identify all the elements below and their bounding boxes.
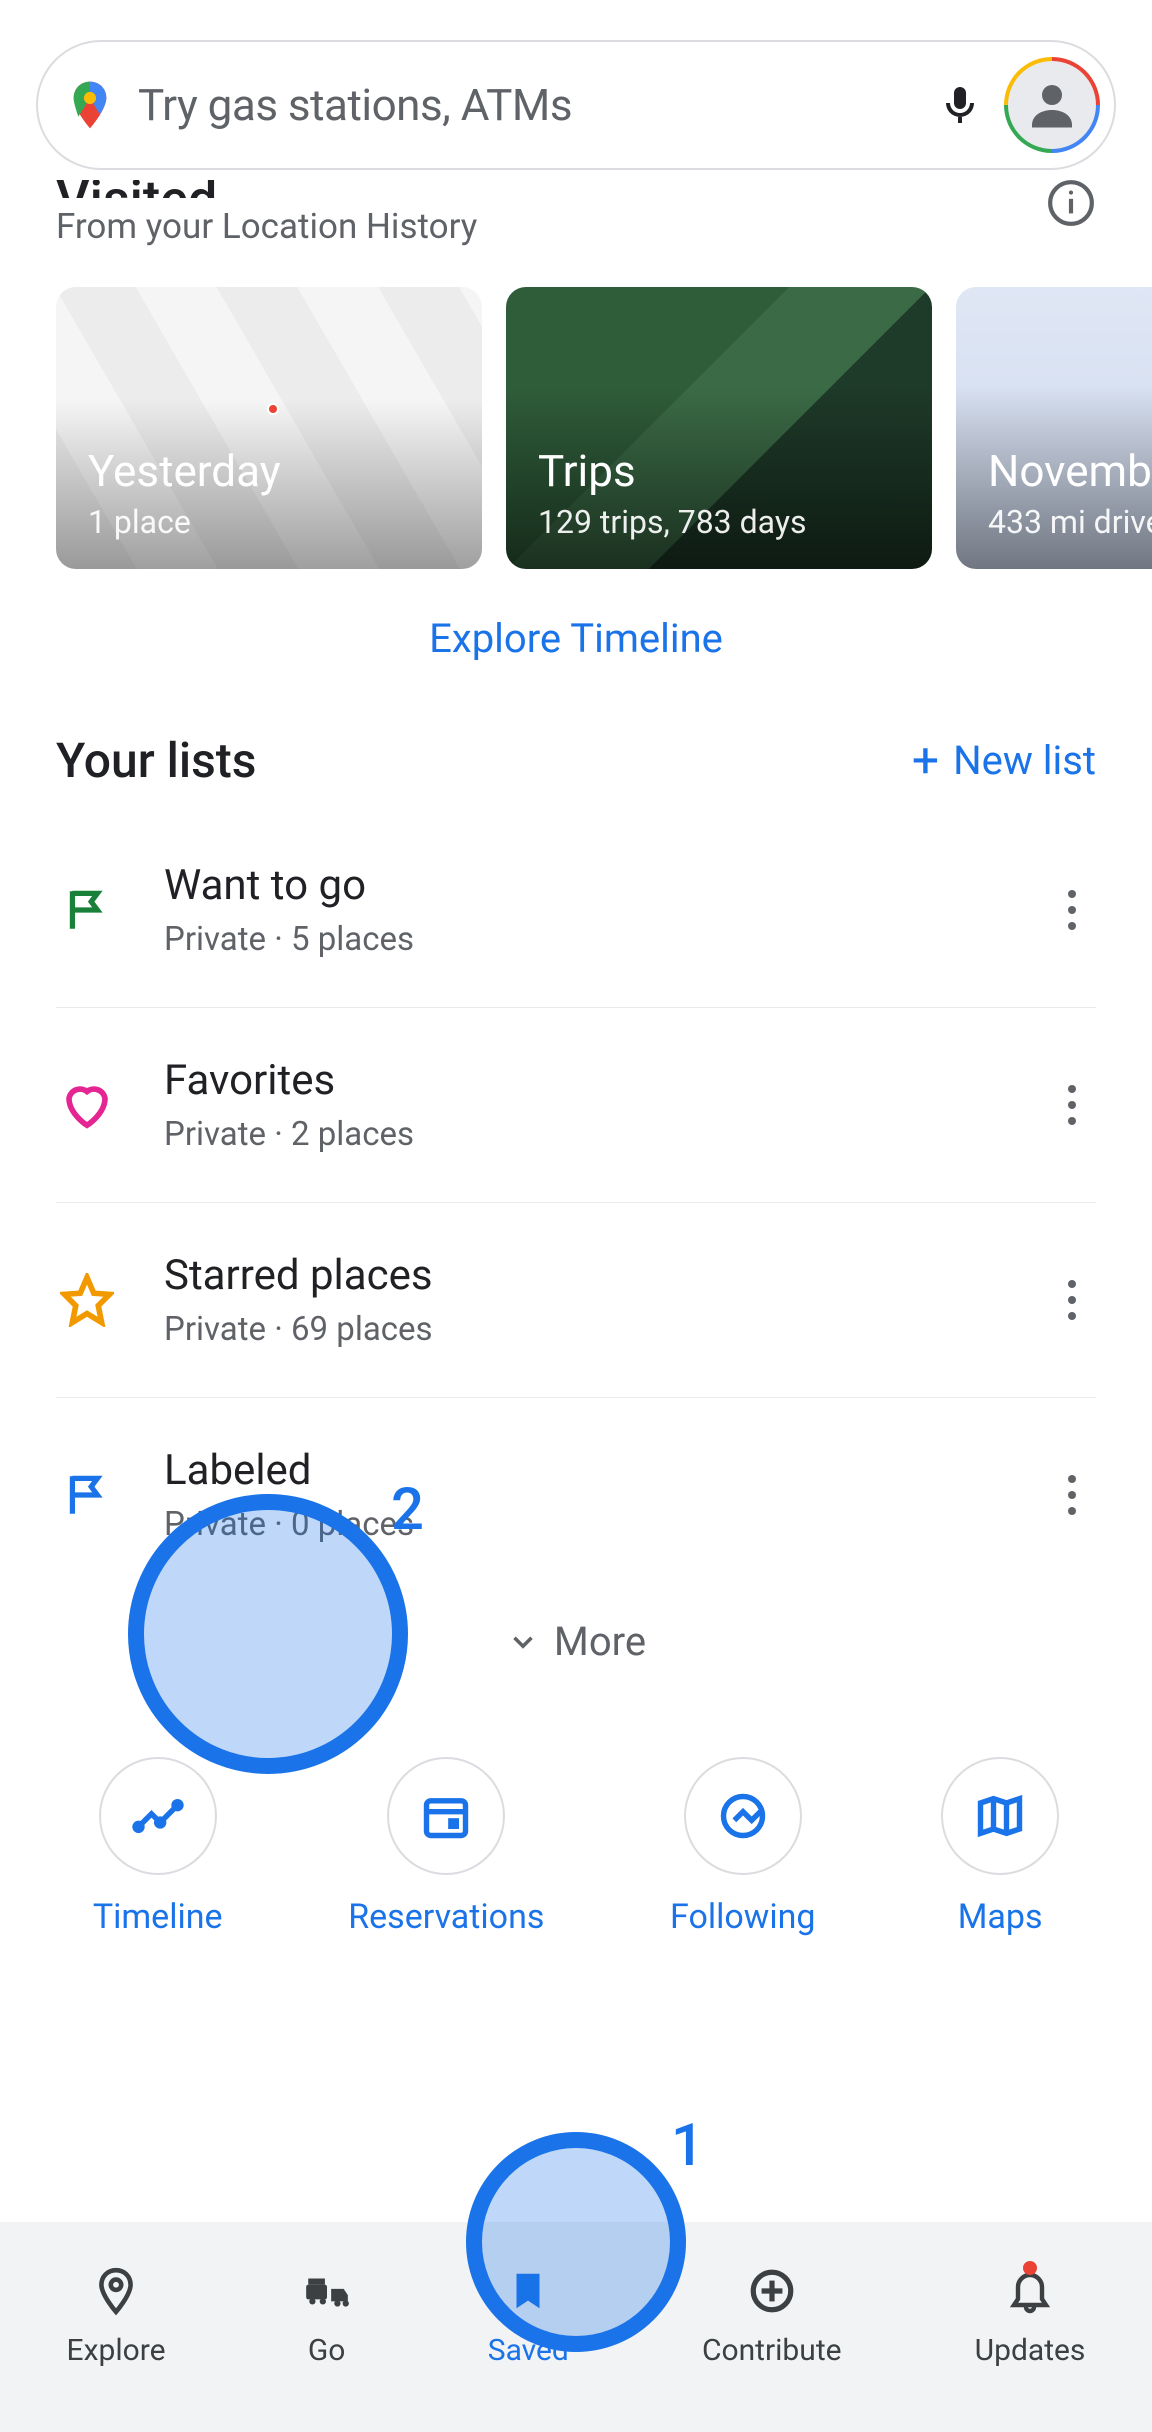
notification-badge-icon — [1023, 2261, 1037, 2275]
plus-circle-icon — [744, 2263, 800, 2319]
action-label: Following — [670, 1897, 815, 1937]
nav-go[interactable]: Go — [299, 2263, 355, 2368]
your-lists-heading: Your lists — [56, 732, 256, 789]
list-item-meta: Private · 5 places — [164, 920, 414, 959]
timeline-card-sub: 129 trips, 783 days — [538, 503, 900, 541]
callout-marker-2: 2 — [128, 1494, 408, 1774]
list-item-menu-button[interactable] — [1048, 1471, 1096, 1519]
search-input[interactable]: Try gas stations, ATMs — [138, 79, 916, 131]
nav-updates[interactable]: Updates — [975, 2263, 1086, 2368]
list-item[interactable]: Starred places Private · 69 places — [56, 1203, 1096, 1398]
timeline-card-title: Trips — [538, 445, 900, 497]
pin-icon — [88, 2263, 144, 2319]
more-label: More — [554, 1618, 646, 1665]
action-label: Reservations — [348, 1897, 544, 1937]
timeline-card-yesterday[interactable]: Yesterday 1 place — [56, 287, 482, 569]
info-icon[interactable] — [1046, 178, 1096, 228]
list-item[interactable]: Favorites Private · 2 places — [56, 1008, 1096, 1203]
nav-label: Updates — [975, 2333, 1086, 2368]
action-timeline[interactable]: Timeline — [93, 1757, 223, 1937]
chevron-down-icon — [506, 1625, 540, 1659]
flag-icon — [56, 1464, 118, 1526]
explore-timeline-link[interactable]: Explore Timeline — [0, 569, 1152, 690]
callout-marker-1: 1 — [466, 2132, 686, 2352]
nav-label: Go — [308, 2333, 346, 2368]
nav-contribute[interactable]: Contribute — [702, 2263, 842, 2368]
timeline-card-title: November — [988, 445, 1152, 497]
list-item-menu-button[interactable] — [1048, 886, 1096, 934]
action-label: Maps — [958, 1897, 1043, 1937]
timeline-icon — [99, 1757, 217, 1875]
calendar-icon — [387, 1757, 505, 1875]
list-item[interactable]: Want to go Private · 5 places — [56, 813, 1096, 1008]
nav-label: Contribute — [702, 2333, 842, 2368]
more-vert-icon — [1068, 1491, 1076, 1499]
new-list-button[interactable]: + New list — [912, 737, 1096, 784]
list-item-menu-button[interactable] — [1048, 1276, 1096, 1324]
more-vert-icon — [1068, 1101, 1076, 1109]
nav-label: Explore — [67, 2333, 166, 2368]
list-item-name: Labeled — [164, 1446, 414, 1495]
star-icon — [56, 1269, 118, 1331]
list-item-meta: Private · 69 places — [164, 1310, 433, 1349]
timeline-card-november[interactable]: November 433 mi driven — [956, 287, 1152, 569]
heart-icon — [56, 1074, 118, 1136]
list-item-name: Favorites — [164, 1056, 414, 1105]
search-bar[interactable]: Try gas stations, ATMs — [36, 40, 1116, 170]
timeline-card-title: Yesterday — [88, 445, 450, 497]
maps-pin-icon — [62, 77, 118, 133]
flag-icon — [56, 879, 118, 941]
action-maps[interactable]: Maps — [941, 1757, 1059, 1937]
action-reservations[interactable]: Reservations — [348, 1757, 544, 1937]
go-icon — [299, 2263, 355, 2319]
timeline-card-sub: 1 place — [88, 503, 450, 541]
timeline-card-sub: 433 mi driven — [988, 503, 1152, 541]
voice-search-icon[interactable] — [936, 81, 984, 129]
map-icon — [941, 1757, 1059, 1875]
visited-heading: Visited — [56, 180, 1096, 198]
list-item-meta: Private · 2 places — [164, 1115, 414, 1154]
more-vert-icon — [1068, 1296, 1076, 1304]
timeline-cards-row[interactable]: Yesterday 1 place Trips 129 trips, 783 d… — [0, 247, 1152, 569]
nav-explore[interactable]: Explore — [67, 2263, 166, 2368]
account-avatar[interactable] — [1004, 57, 1100, 153]
following-icon — [684, 1757, 802, 1875]
list-item-name: Starred places — [164, 1251, 433, 1300]
visited-subtitle: From your Location History — [56, 206, 1096, 247]
list-item-menu-button[interactable] — [1048, 1081, 1096, 1129]
action-following[interactable]: Following — [670, 1757, 815, 1937]
more-vert-icon — [1068, 906, 1076, 914]
timeline-card-trips[interactable]: Trips 129 trips, 783 days — [506, 287, 932, 569]
action-label: Timeline — [93, 1897, 223, 1937]
new-list-label: New list — [953, 737, 1096, 784]
list-item-name: Want to go — [164, 861, 414, 910]
